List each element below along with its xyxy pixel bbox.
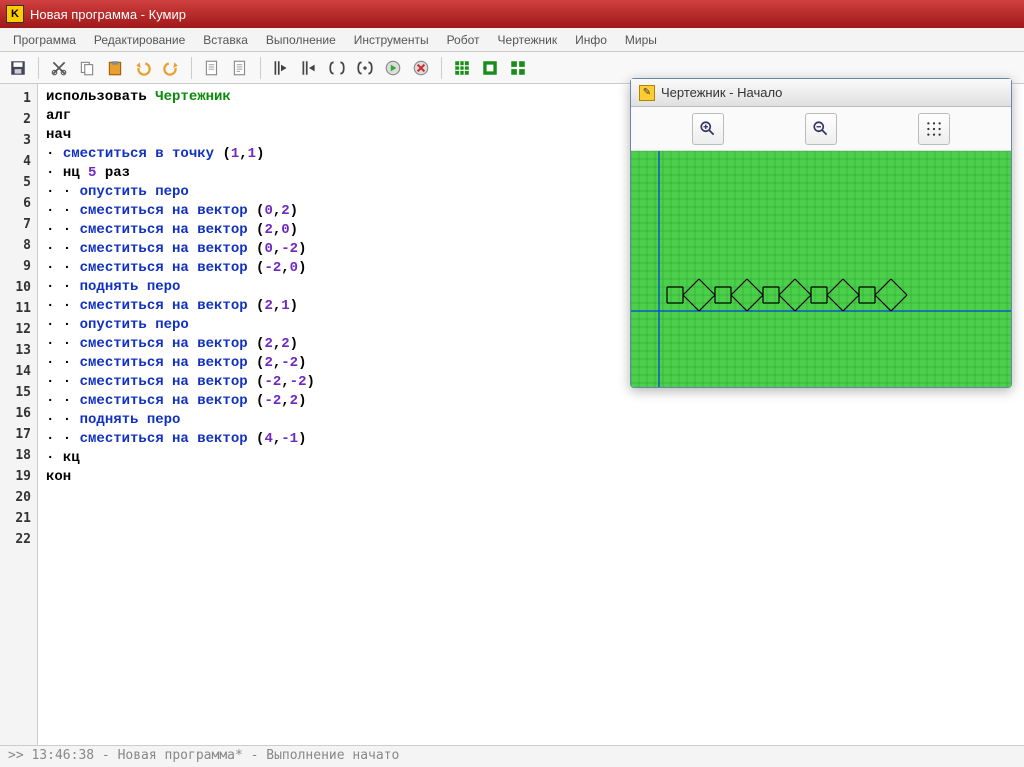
undo-icon[interactable] — [131, 56, 155, 80]
zoom-in-icon[interactable] — [692, 113, 724, 145]
drawer-title: Чертежник - Начало — [661, 85, 782, 100]
drawer-icon: ✎ — [639, 85, 655, 101]
grid-icon[interactable] — [450, 56, 474, 80]
braces-icon[interactable] — [325, 56, 349, 80]
code-line[interactable]: · · сместиться на вектор (-2,2) — [46, 392, 1016, 411]
line-number: 6 — [0, 193, 37, 214]
drawer-titlebar[interactable]: ✎ Чертежник - Начало — [631, 79, 1011, 107]
line-number: 15 — [0, 382, 37, 403]
app-icon: K — [6, 5, 24, 23]
menubar: Программа Редактирование Вставка Выполне… — [0, 28, 1024, 52]
save-icon[interactable] — [6, 56, 30, 80]
menu-info[interactable]: Инфо — [566, 30, 616, 50]
grid-view-icon[interactable] — [918, 113, 950, 145]
menu-program[interactable]: Программа — [4, 30, 85, 50]
menu-worlds[interactable]: Миры — [616, 30, 666, 50]
line-number: 20 — [0, 487, 37, 508]
braces2-icon[interactable] — [353, 56, 377, 80]
zoom-out-icon[interactable] — [805, 113, 837, 145]
line-number: 7 — [0, 214, 37, 235]
menu-tools[interactable]: Инструменты — [345, 30, 438, 50]
status-text: >> 13:46:38 - Новая программа* - Выполне… — [8, 748, 399, 763]
code-line[interactable]: · · поднять перо — [46, 411, 1016, 430]
line-number: 11 — [0, 298, 37, 319]
line-number: 21 — [0, 508, 37, 529]
line-number: 18 — [0, 445, 37, 466]
line-number: 16 — [0, 403, 37, 424]
copy-icon[interactable] — [75, 56, 99, 80]
line-number: 14 — [0, 361, 37, 382]
statusbar: >> 13:46:38 - Новая программа* - Выполне… — [0, 745, 1024, 767]
menu-edit[interactable]: Редактирование — [85, 30, 194, 50]
line-number: 19 — [0, 466, 37, 487]
line-number: 22 — [0, 529, 37, 550]
drawer-canvas[interactable] — [631, 151, 1011, 387]
window-titlebar: K Новая программа - Кумир — [0, 0, 1024, 28]
code-line[interactable]: · кц — [46, 449, 1016, 468]
line-number: 5 — [0, 172, 37, 193]
run-step-icon[interactable] — [297, 56, 321, 80]
line-number: 4 — [0, 151, 37, 172]
line-gutter: 12345678910111213141516171819202122 — [0, 84, 38, 745]
paste-icon[interactable] — [103, 56, 127, 80]
menu-robot[interactable]: Робот — [438, 30, 489, 50]
line-number: 12 — [0, 319, 37, 340]
new-doc-icon[interactable] — [200, 56, 224, 80]
code-line[interactable]: кон — [46, 468, 1016, 487]
line-number: 17 — [0, 424, 37, 445]
stop-icon[interactable] — [409, 56, 433, 80]
grid2-icon[interactable] — [478, 56, 502, 80]
line-number: 1 — [0, 88, 37, 109]
doc-icon[interactable] — [228, 56, 252, 80]
line-number: 9 — [0, 256, 37, 277]
cut-icon[interactable] — [47, 56, 71, 80]
line-number: 8 — [0, 235, 37, 256]
run-start-icon[interactable] — [269, 56, 293, 80]
line-number: 3 — [0, 130, 37, 151]
window-title: Новая программа - Кумир — [30, 7, 186, 22]
code-line[interactable]: · · сместиться на вектор (4,-1) — [46, 430, 1016, 449]
redo-icon[interactable] — [159, 56, 183, 80]
grid3-icon[interactable] — [506, 56, 530, 80]
menu-drawer[interactable]: Чертежник — [489, 30, 567, 50]
drawer-toolbar — [631, 107, 1011, 151]
line-number: 13 — [0, 340, 37, 361]
drawer-window[interactable]: ✎ Чертежник - Начало — [630, 78, 1012, 388]
menu-insert[interactable]: Вставка — [194, 30, 257, 50]
line-number: 10 — [0, 277, 37, 298]
line-number: 2 — [0, 109, 37, 130]
run-play-icon[interactable] — [381, 56, 405, 80]
menu-execution[interactable]: Выполнение — [257, 30, 345, 50]
